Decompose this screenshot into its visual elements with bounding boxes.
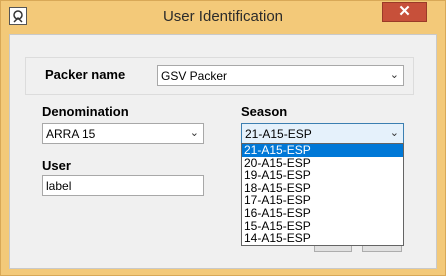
close-icon: ✕: [398, 3, 411, 20]
season-option[interactable]: 19-A15-ESP: [242, 169, 403, 182]
season-option[interactable]: 21-A15-ESP: [242, 144, 403, 157]
packer-name-value: GSV Packer: [161, 69, 228, 83]
user-input-value: label: [46, 179, 72, 193]
season-option[interactable]: 16-A15-ESP: [242, 207, 403, 220]
chevron-down-icon: ⌄: [389, 69, 399, 81]
season-dropdown-list[interactable]: 21-A15-ESP 20-A15-ESP 19-A15-ESP 18-A15-…: [241, 143, 404, 246]
chevron-down-icon: ⌄: [189, 127, 199, 139]
denomination-value: ARRA 15: [46, 127, 96, 141]
denomination-select[interactable]: ARRA 15 ⌄: [42, 123, 204, 144]
title-bar[interactable]: User Identification ✕: [1, 1, 445, 34]
window-title: User Identification: [162, 8, 284, 25]
close-button[interactable]: ✕: [382, 2, 427, 22]
packer-name-label: Packer name: [45, 67, 126, 82]
season-select[interactable]: 21-A15-ESP ⌄: [241, 123, 404, 144]
user-label: User: [42, 158, 71, 173]
user-input[interactable]: label: [42, 175, 204, 196]
dialog-window: User Identification ✕ Packer name GSV Pa…: [0, 0, 446, 276]
season-option[interactable]: 14-A15-ESP: [242, 232, 403, 245]
season-value: 21-A15-ESP: [245, 127, 312, 141]
packer-name-select[interactable]: GSV Packer ⌄: [157, 65, 404, 86]
denomination-label: Denomination: [42, 104, 129, 119]
season-label: Season: [241, 104, 288, 119]
chevron-down-icon: ⌄: [389, 127, 399, 139]
